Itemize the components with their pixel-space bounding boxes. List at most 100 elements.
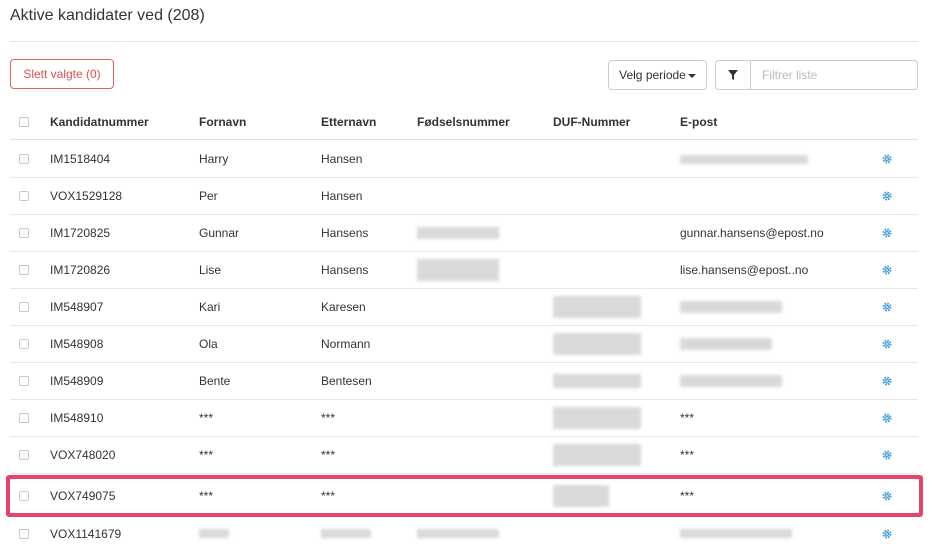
row-etternavn: *** <box>321 411 336 425</box>
row-settings-button[interactable] <box>881 515 893 552</box>
row-kandidatnummer: VOX749075 <box>50 489 116 503</box>
gear-icon <box>882 339 892 349</box>
gear-icon <box>882 154 892 164</box>
row-etternavn: *** <box>321 489 336 503</box>
table-row[interactable]: IM1720825 Gunnar Hansens gunnar.hansens@… <box>10 215 918 252</box>
gear-icon <box>882 413 892 423</box>
row-fornavn: Kari <box>199 300 221 314</box>
table-row[interactable]: VOX749075 *** *** *** <box>10 478 918 515</box>
row-fornavn: *** <box>199 489 214 503</box>
row-fornavn: Ola <box>199 337 218 351</box>
table-row[interactable]: IM1518404 Harry Hansen <box>10 141 918 178</box>
row-duf-redacted <box>553 363 641 399</box>
row-etternavn: Karesen <box>321 300 366 314</box>
filter-input[interactable]: Filtrer liste <box>750 60 918 90</box>
col-kandidatnummer[interactable]: Kandidatnummer <box>50 104 149 139</box>
row-fodselsnummer-redacted <box>417 215 499 251</box>
table-header: Kandidatnummer Fornavn Etternavn Fødsels… <box>10 104 918 140</box>
row-checkbox[interactable] <box>19 154 29 164</box>
row-settings-button[interactable] <box>881 478 893 514</box>
row-settings-button[interactable] <box>881 400 893 436</box>
row-etternavn-redacted <box>321 515 371 552</box>
row-epost-redacted <box>680 141 808 177</box>
row-etternavn: Bentesen <box>321 374 372 388</box>
row-settings-button[interactable] <box>881 437 893 473</box>
row-fornavn: Lise <box>199 263 222 277</box>
col-fodselsnummer[interactable]: Fødselsnummer <box>417 104 510 139</box>
row-settings-button[interactable] <box>881 252 893 288</box>
row-checkbox[interactable] <box>19 491 29 501</box>
row-fornavn: Per <box>199 189 218 203</box>
table-row[interactable]: IM548910 *** *** *** <box>10 400 918 437</box>
table-row[interactable]: IM548909 Bente Bentesen <box>10 363 918 400</box>
col-fornavn[interactable]: Fornavn <box>199 104 246 139</box>
row-epost: *** <box>680 411 695 425</box>
gear-icon <box>882 491 892 501</box>
row-kandidatnummer: IM548907 <box>50 300 104 314</box>
row-settings-button[interactable] <box>881 178 893 214</box>
gear-icon <box>882 191 892 201</box>
row-etternavn: Hansen <box>321 189 363 203</box>
row-etternavn: Hansen <box>321 152 363 166</box>
col-epost[interactable]: E-post <box>680 104 717 139</box>
row-kandidatnummer: IM1518404 <box>50 152 111 166</box>
row-kandidatnummer: IM548909 <box>50 374 104 388</box>
row-duf-redacted <box>553 478 609 514</box>
row-settings-button[interactable] <box>881 141 893 177</box>
row-epost-redacted <box>680 515 792 552</box>
row-etternavn: Hansens <box>321 226 369 240</box>
row-etternavn: *** <box>321 448 336 462</box>
row-checkbox[interactable] <box>19 302 29 312</box>
table-row[interactable]: IM1720826 Lise Hansens lise.hansens@epos… <box>10 252 918 289</box>
row-fodselsnummer-redacted <box>417 252 499 288</box>
table-row[interactable]: IM548907 Kari Karesen <box>10 289 918 326</box>
row-settings-button[interactable] <box>881 289 893 325</box>
row-fornavn: *** <box>199 411 214 425</box>
gear-icon <box>882 228 892 238</box>
table-row[interactable]: IM548908 Ola Normann <box>10 326 918 363</box>
row-checkbox[interactable] <box>19 339 29 349</box>
row-kandidatnummer: IM1720825 <box>50 226 111 240</box>
row-epost: *** <box>680 448 695 462</box>
row-etternavn: Hansens <box>321 263 369 277</box>
row-checkbox[interactable] <box>19 413 29 423</box>
row-checkbox[interactable] <box>19 376 29 386</box>
period-dropdown[interactable]: Velg periode <box>608 60 707 90</box>
row-fornavn-redacted <box>199 515 229 552</box>
filter-button[interactable] <box>715 60 750 90</box>
gear-icon <box>882 450 892 460</box>
row-checkbox[interactable] <box>19 228 29 238</box>
row-checkbox[interactable] <box>19 265 29 275</box>
delete-selected-button[interactable]: Slett valgte (0) <box>10 59 114 89</box>
row-duf-redacted <box>553 326 641 362</box>
row-kandidatnummer: IM548908 <box>50 337 104 351</box>
row-settings-button[interactable] <box>881 363 893 399</box>
row-settings-button[interactable] <box>881 215 893 251</box>
row-duf-redacted <box>553 437 641 473</box>
row-kandidatnummer: IM548910 <box>50 411 104 425</box>
col-duf-nummer[interactable]: DUF-Nummer <box>553 104 630 139</box>
row-duf-redacted <box>553 289 641 325</box>
row-duf-redacted <box>553 400 641 436</box>
row-epost-redacted <box>680 326 772 362</box>
gear-icon <box>882 376 892 386</box>
row-settings-button[interactable] <box>881 326 893 362</box>
row-kandidatnummer: VOX1529128 <box>50 189 123 203</box>
gear-icon <box>882 302 892 312</box>
table-row[interactable]: VOX1141679 <box>10 515 918 552</box>
row-fodselsnummer-redacted <box>417 515 499 552</box>
row-checkbox[interactable] <box>19 191 29 201</box>
gear-icon <box>882 528 892 539</box>
row-checkbox[interactable] <box>19 528 29 539</box>
row-fornavn: *** <box>199 448 214 462</box>
select-all-checkbox[interactable] <box>19 116 29 127</box>
row-kandidatnummer: VOX748020 <box>50 448 116 462</box>
caret-down-icon <box>687 73 696 78</box>
col-etternavn[interactable]: Etternavn <box>321 104 376 139</box>
table-row[interactable]: VOX748020 *** *** *** <box>10 437 918 474</box>
row-epost: *** <box>680 489 695 503</box>
page-title: Aktive kandidater ved (208) <box>10 7 205 24</box>
row-kandidatnummer: VOX1141679 <box>50 526 122 541</box>
table-row[interactable]: VOX1529128 Per Hansen <box>10 178 918 215</box>
row-checkbox[interactable] <box>19 450 29 460</box>
